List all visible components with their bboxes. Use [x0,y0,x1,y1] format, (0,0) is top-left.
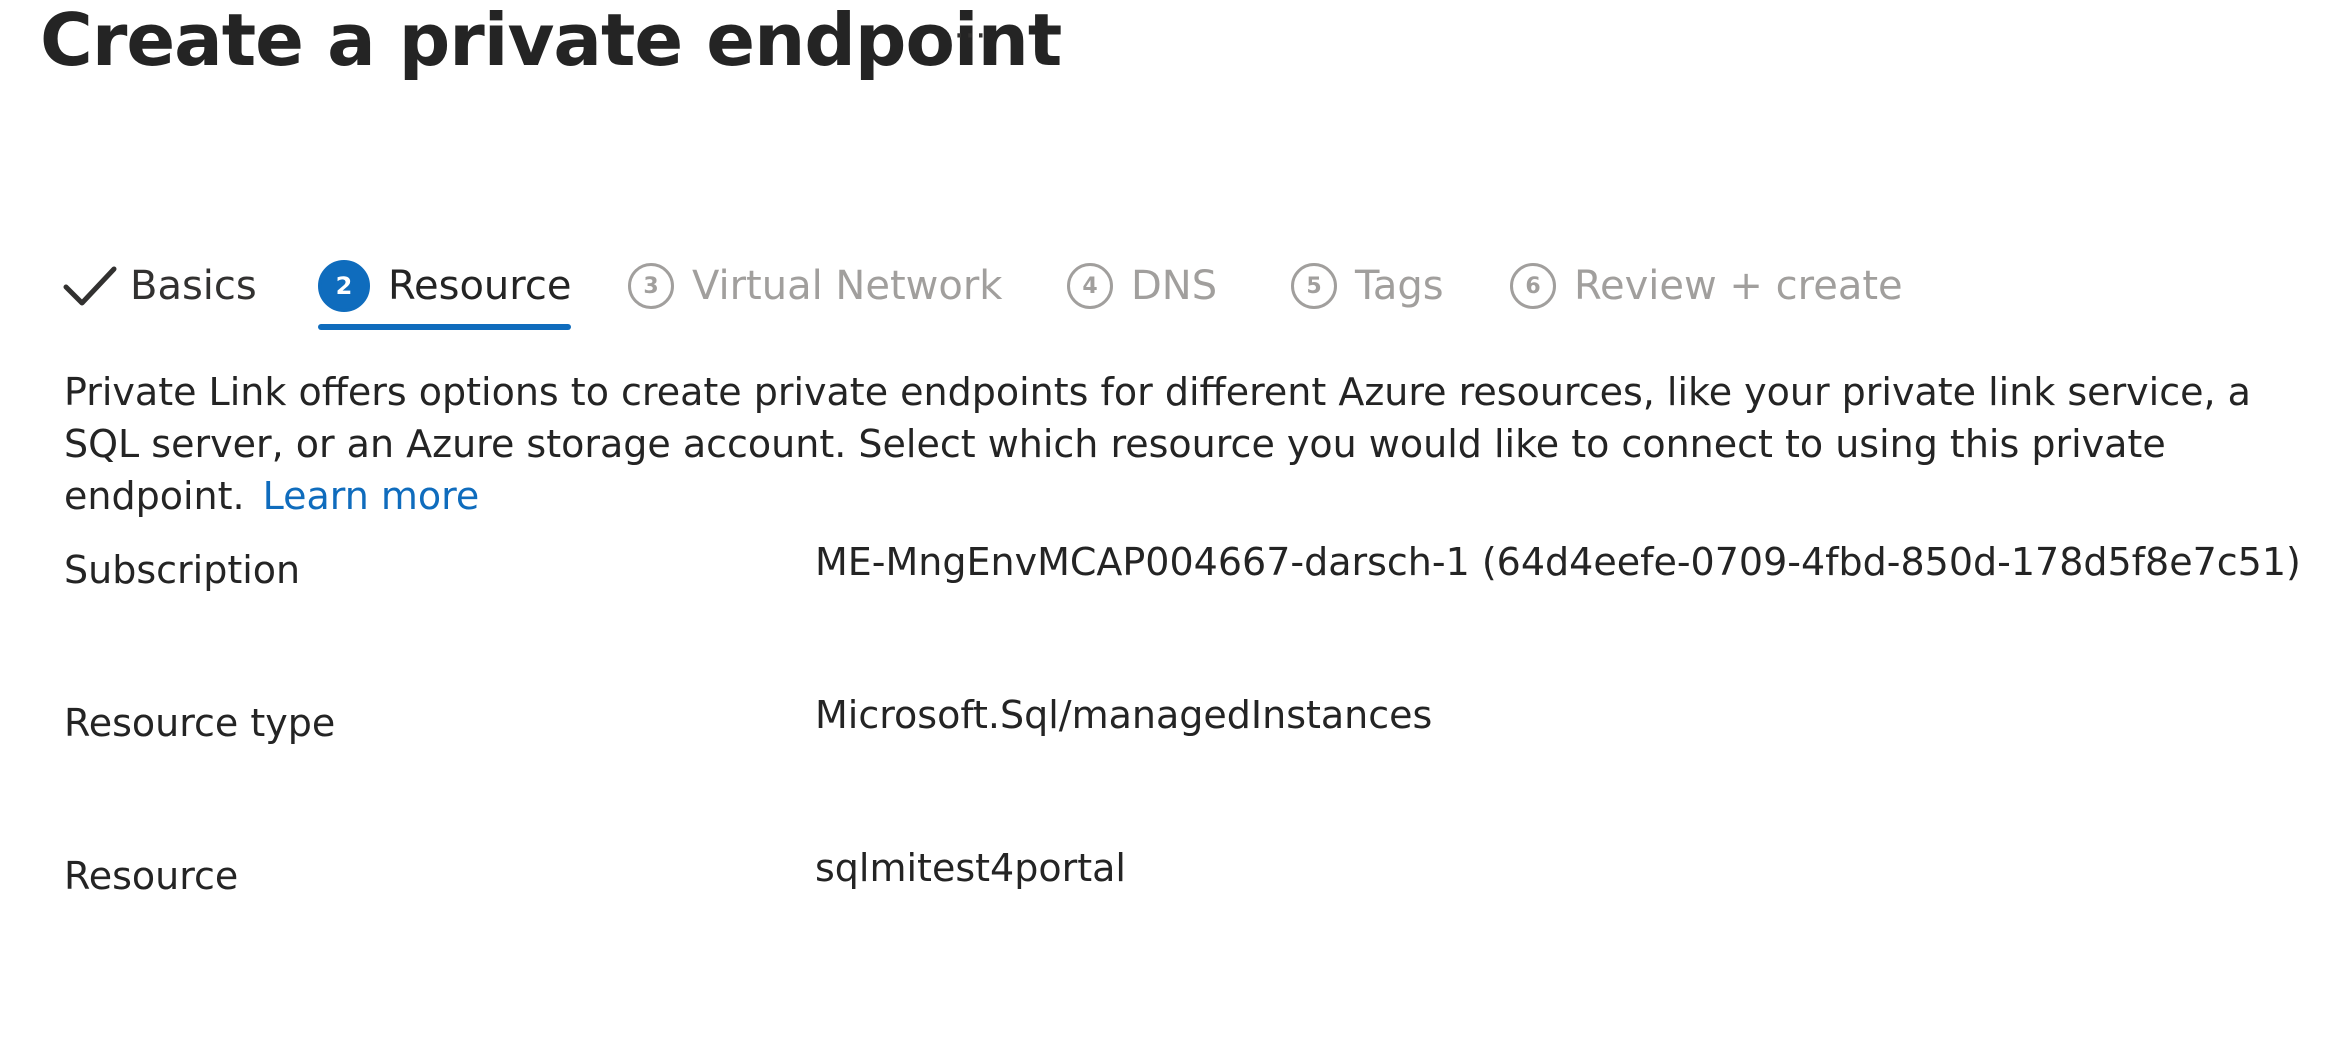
active-tab-indicator [318,324,572,330]
checkmark-icon [63,266,117,306]
step-number-badge: 5 [1291,263,1337,309]
more-options-button[interactable]: ··· [940,6,1000,66]
field-label: Resource [64,854,239,898]
tab-review-create[interactable]: 6 Review + create [1510,238,1903,334]
wizard-tabs: Basics 2 Resource 3 Virtual Network 4 DN… [62,238,2262,334]
resource-type-row: Resource type Microsoft.Sql/managedInsta… [64,693,2304,753]
field-label: Resource type [64,701,336,745]
tab-label: Resource [388,263,572,309]
tab-label: Virtual Network [692,263,1003,309]
subscription-row: Subscription ME-MngEnvMCAP004667-darsch-… [64,540,2304,600]
resource-row: Resource sqlmitest4portal [64,846,2304,906]
resource-type-value: Microsoft.Sql/managedInstances [815,693,1433,737]
description-text: Private Link offers options to create pr… [64,366,2304,522]
tab-resource[interactable]: 2 Resource [318,238,572,334]
tab-dns[interactable]: 4 DNS [1067,238,1217,334]
step-number-badge: 4 [1067,263,1113,309]
tab-label: Basics [130,263,257,309]
step-number-badge: 3 [628,263,674,309]
tab-label: Tags [1355,263,1444,309]
tab-label: Review + create [1574,263,1903,309]
learn-more-link[interactable]: Learn more [263,474,480,518]
page-title: Create a private endpoint [40,0,1062,82]
tab-tags[interactable]: 5 Tags [1291,238,1444,334]
resource-value: sqlmitest4portal [815,846,1126,890]
subscription-value: ME-MngEnvMCAP004667-darsch-1 (64d4eefe-0… [815,540,2301,584]
step-number-badge: 2 [318,260,370,312]
tab-virtual-network[interactable]: 3 Virtual Network [628,238,1002,334]
tab-label: DNS [1131,263,1218,309]
tab-basics[interactable]: Basics [62,238,257,334]
field-label: Subscription [64,548,301,592]
step-number-badge: 6 [1510,263,1556,309]
